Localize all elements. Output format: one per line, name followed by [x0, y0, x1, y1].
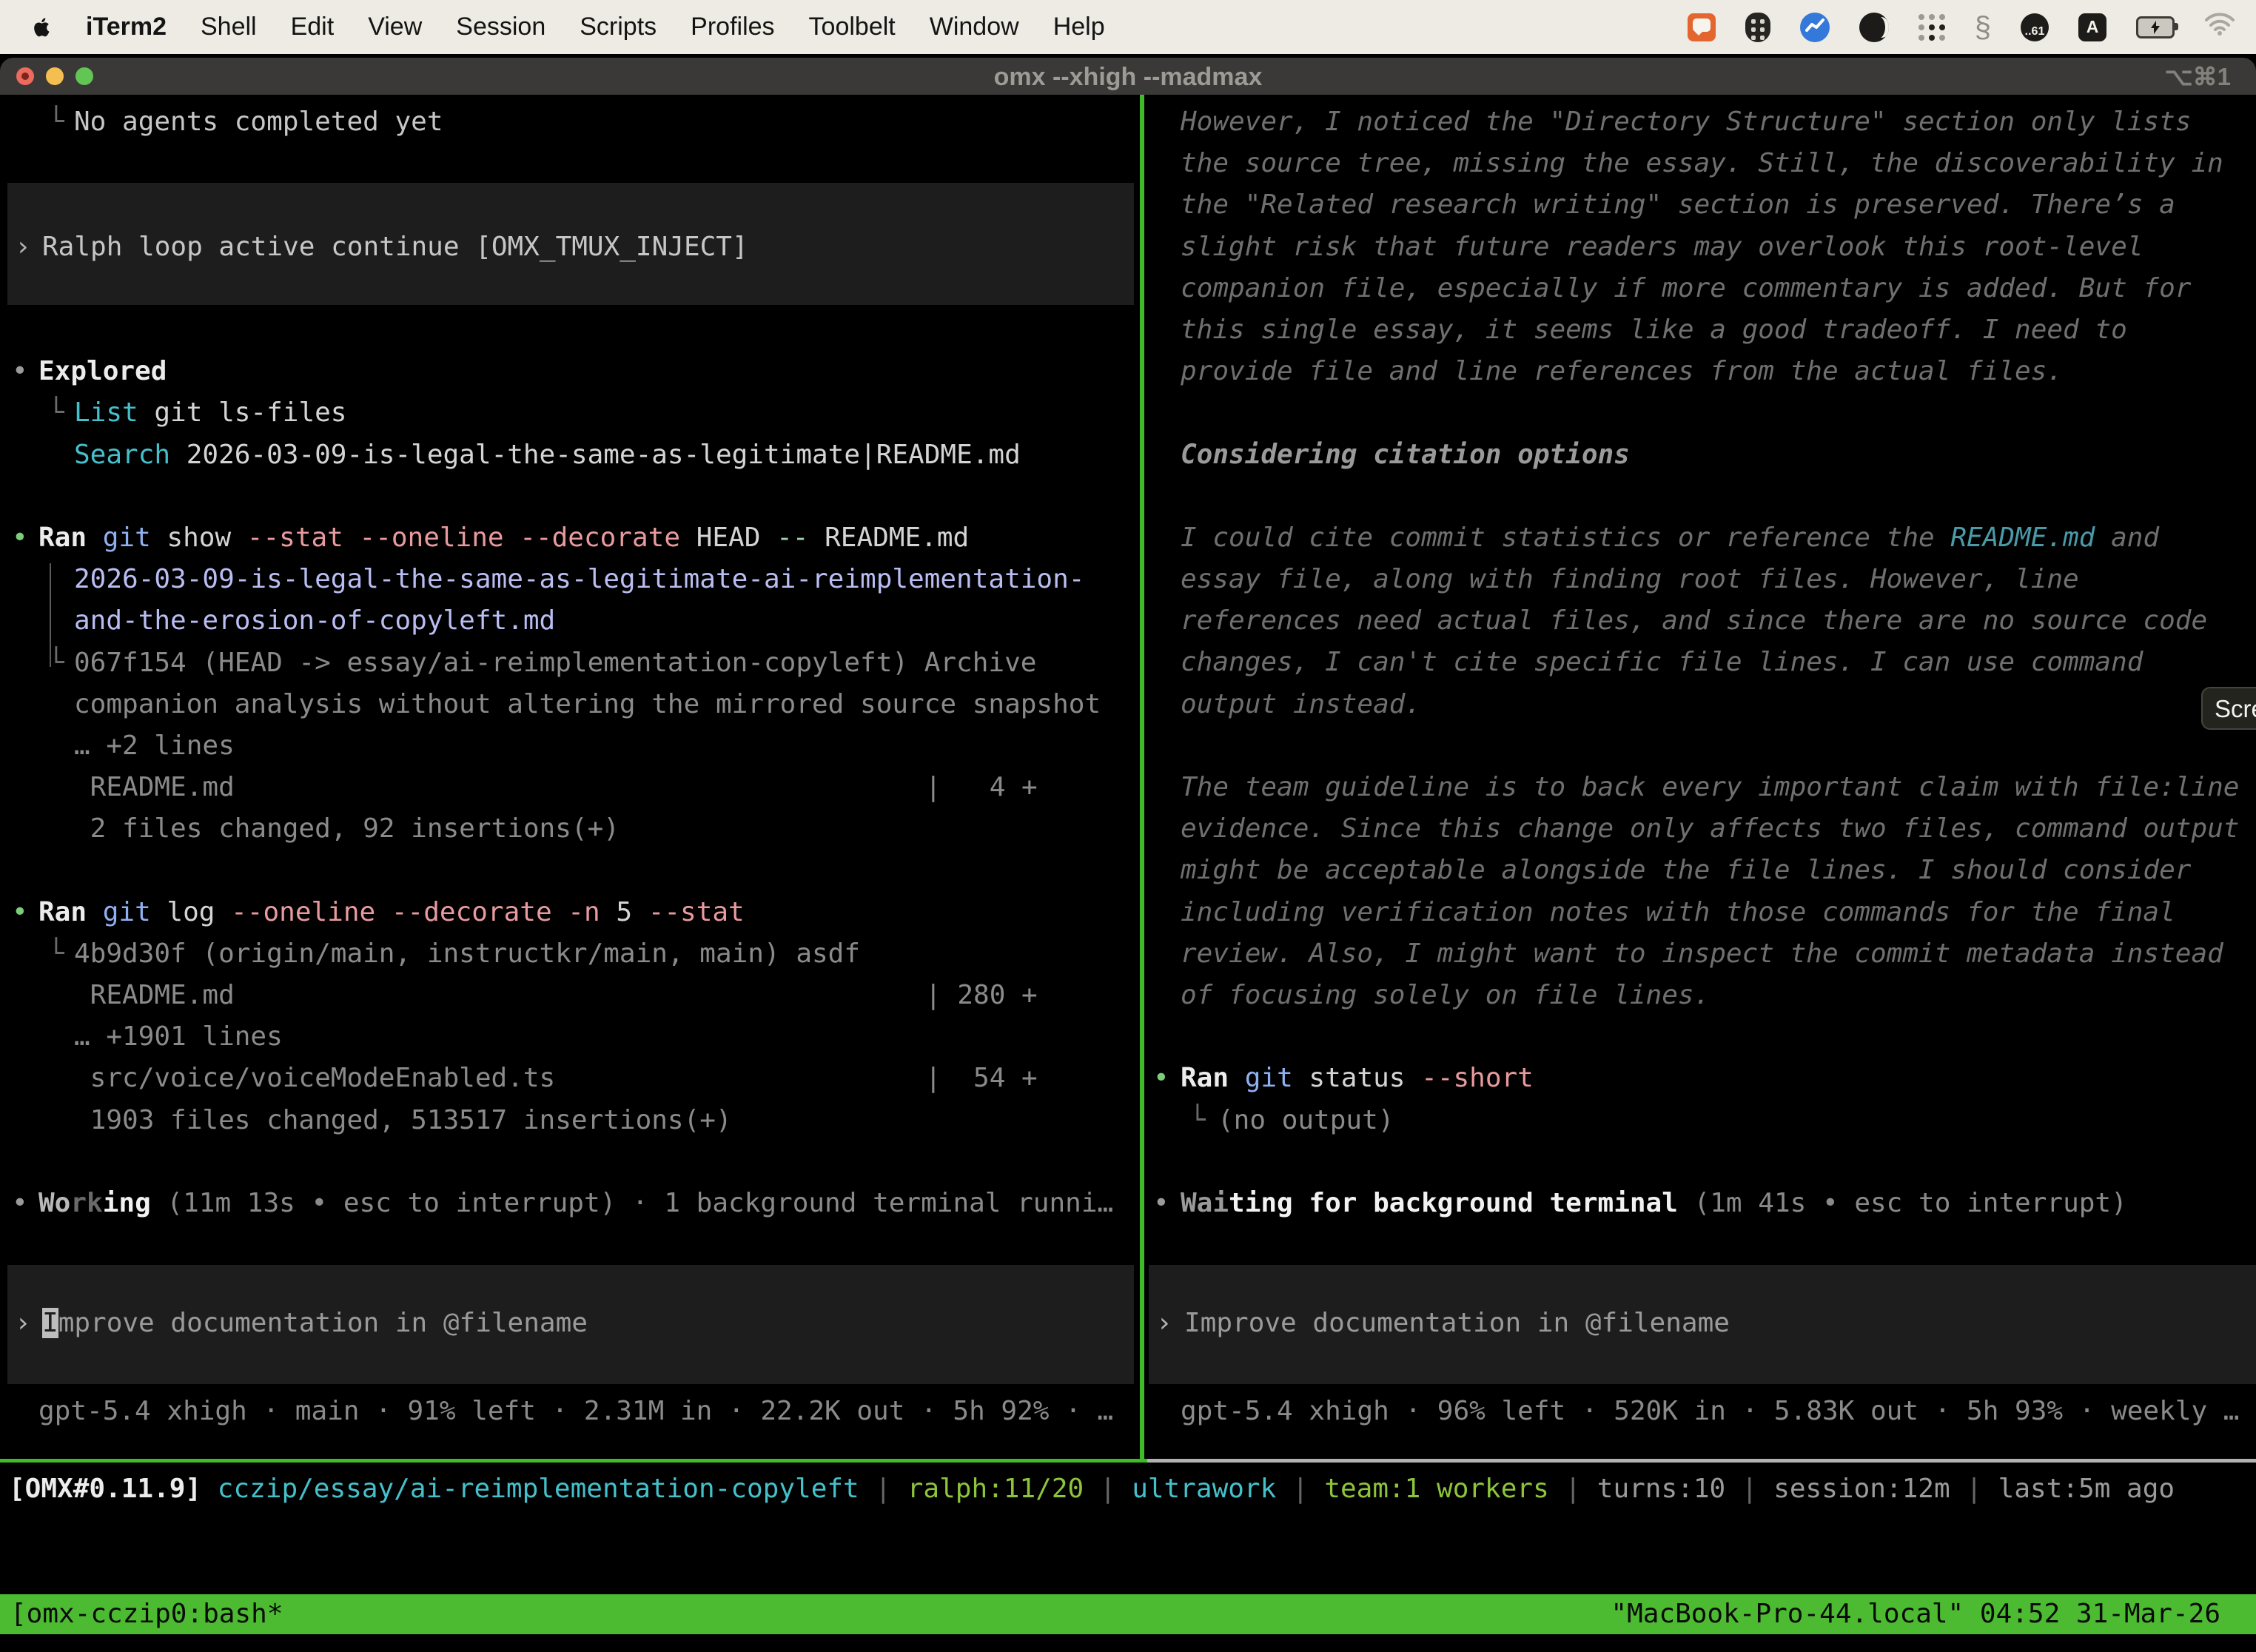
battery-icon[interactable] [2136, 16, 2175, 38]
menu-item-edit[interactable]: Edit [291, 13, 335, 41]
tmux-session-window-label[interactable]: [omx-cczip0:bash* [10, 1594, 283, 1634]
tmux-horizontal-border-active [0, 1459, 1147, 1463]
prompt-caret: › [1156, 1303, 1172, 1344]
tmux-vertical-divider[interactable] [1140, 95, 1144, 1459]
git-show-summary: 2 files changed, 92 insertions(+) [74, 808, 620, 850]
apple-menu-icon[interactable] [31, 15, 53, 40]
window-title: omx --xhigh --madmax [0, 58, 2256, 95]
ran-bullet: • [12, 517, 28, 559]
menu-item-scripts[interactable]: Scripts [580, 13, 657, 41]
tmux-pane-left[interactable]: └ No agents completed yet › Ralph loop a… [0, 95, 1140, 1459]
ran-bullet: • [1153, 1058, 1169, 1099]
left-prompt-input[interactable]: Improve documentation in @filename [42, 1303, 588, 1344]
thinking-paragraph-line: I could cite commit statistics or refere… [1181, 517, 2159, 559]
menu-item-shell[interactable]: Shell [201, 13, 257, 41]
thinking-paragraph: However, I noticed the "Directory Struct… [1181, 101, 2223, 392]
git-log-stat-count: | 280 + [925, 975, 1038, 1016]
git-show-arg-line1: 2026-03-09-is-legal-the-same-as-legitima… [74, 559, 1084, 600]
window-shortcut-badge: ⌥⌘1 [2165, 58, 2231, 95]
git-log-output-ellipsis: … +1901 lines [74, 1016, 283, 1058]
chat-app-icon[interactable] [1688, 13, 1716, 41]
tree-corner: └ [48, 642, 64, 684]
omx-session-status-line: [OMX#0.11.9] cczip/essay/ai-reimplementa… [9, 1468, 2175, 1510]
menu-items: iTerm2 Shell Edit View Session Scripts P… [86, 13, 1105, 41]
git-log-output-line: 4b9d30f (origin/main, instructkr/main, m… [74, 933, 860, 975]
git-show-output-line: companion analysis without altering the … [74, 684, 1101, 725]
menu-item-iterm2[interactable]: iTerm2 [86, 13, 167, 41]
git-show-output-ellipsis: … +2 lines [74, 725, 235, 767]
no-output-text: (no output) [1218, 1100, 1394, 1141]
tmux-horizontal-border-inactive [1147, 1459, 2256, 1463]
inject-prompt-text: Ralph loop active continue [OMX_TMUX_INJ… [42, 226, 748, 268]
prompt-caret: › [15, 226, 31, 268]
working-status-line: Working (11m 13s • esc to interrupt) · 1… [38, 1183, 1113, 1224]
menu-item-view[interactable]: View [368, 13, 422, 41]
stats-circle-icon[interactable] [1800, 13, 1830, 42]
explored-title: Explored [38, 351, 167, 392]
window-title-bar: omx --xhigh --madmax ⌥⌘1 [0, 58, 2256, 95]
dots-grid-icon[interactable] [1918, 14, 1945, 41]
macos-menu-bar: iTerm2 Shell Edit View Session Scripts P… [0, 0, 2256, 54]
screen: iTerm2 Shell Edit View Session Scripts P… [0, 0, 2256, 1652]
explored-list-line: List git ls-files [74, 392, 346, 434]
git-log-stat-count: | 54 + [925, 1058, 1038, 1099]
git-show-stat-file: README.md [74, 767, 235, 808]
waiting-bullet: • [1153, 1183, 1169, 1224]
apple-logo-glyph [31, 15, 53, 40]
screen-overlay-button[interactable]: Scre [2201, 687, 2256, 730]
menu-item-help[interactable]: Help [1053, 13, 1105, 41]
ran-git-status-command: Ran git status --short [1181, 1058, 1534, 1099]
explored-search-line: Search 2026-03-09-is-legal-the-same-as-l… [74, 434, 1021, 476]
menu-item-profiles[interactable]: Profiles [691, 13, 774, 41]
tree-corner: └ [48, 933, 64, 975]
tmux-host-and-clock: "MacBook-Pro-44.local" 04:52 31-Mar-26 [1611, 1594, 2220, 1634]
badge-61-icon[interactable]: ..61 [2021, 13, 2049, 41]
ran-git-log-command: Ran git log --oneline --decorate -n 5 --… [38, 892, 745, 933]
prompt-caret: › [15, 1303, 31, 1344]
left-model-status-line: gpt-5.4 xhigh · main · 91% left · 2.31M … [38, 1391, 1113, 1432]
menu-status-icons: § ..61 A [1688, 12, 2235, 42]
explored-bullet: • [12, 351, 28, 392]
thinking-paragraph: The team guideline is to back every impo… [1181, 767, 2239, 1016]
tmux-pane-right[interactable]: However, I noticed the "Directory Struct… [1144, 95, 2256, 1459]
squiggle-icon[interactable]: § [1975, 13, 1991, 42]
terminal-content: └ No agents completed yet › Ralph loop a… [0, 95, 2256, 1652]
tree-corner: └ [1189, 1100, 1206, 1141]
text-cursor: I [42, 1308, 58, 1338]
wifi-icon[interactable] [2204, 12, 2235, 42]
input-source-icon[interactable]: A [2078, 13, 2106, 41]
git-log-summary: 1903 files changed, 513517 insertions(+) [74, 1100, 732, 1141]
no-agents-text: No agents completed yet [74, 101, 443, 143]
thinking-heading: Considering citation options [1181, 434, 1630, 476]
tmux-status-bar: [omx-cczip0:bash* "MacBook-Pro-44.local"… [0, 1594, 2256, 1634]
git-show-stat-count: | 4 + [925, 767, 1038, 808]
shield-grid-icon[interactable] [1745, 13, 1770, 42]
git-log-stat-file: README.md [74, 975, 235, 1016]
right-model-status-line: gpt-5.4 xhigh · 96% left · 520K in · 5.8… [1181, 1391, 2239, 1432]
pie-circle-icon[interactable] [1859, 13, 1889, 42]
ran-git-show-command: Ran git show --stat --oneline --decorate… [38, 517, 969, 559]
thinking-paragraph: essay file, along with finding root file… [1181, 559, 2207, 725]
git-log-stat-file: src/voice/voiceModeEnabled.ts [74, 1058, 555, 1099]
git-show-arg-line2: and-the-erosion-of-copyleft.md [74, 600, 555, 642]
tree-corner: └ [48, 392, 64, 434]
git-show-output-line: 067f154 (HEAD -> essay/ai-reimplementati… [74, 642, 1036, 684]
working-bullet: • [12, 1183, 28, 1224]
menu-item-window[interactable]: Window [930, 13, 1019, 41]
tree-corner: └ [48, 101, 64, 143]
right-prompt-input[interactable]: Improve documentation in @filename [1184, 1303, 1730, 1344]
ran-bullet: • [12, 892, 28, 933]
menu-item-session[interactable]: Session [456, 13, 545, 41]
menu-item-toolbelt[interactable]: Toolbelt [809, 13, 896, 41]
waiting-status-line: Waiting for background terminal (1m 41s … [1181, 1183, 2127, 1224]
